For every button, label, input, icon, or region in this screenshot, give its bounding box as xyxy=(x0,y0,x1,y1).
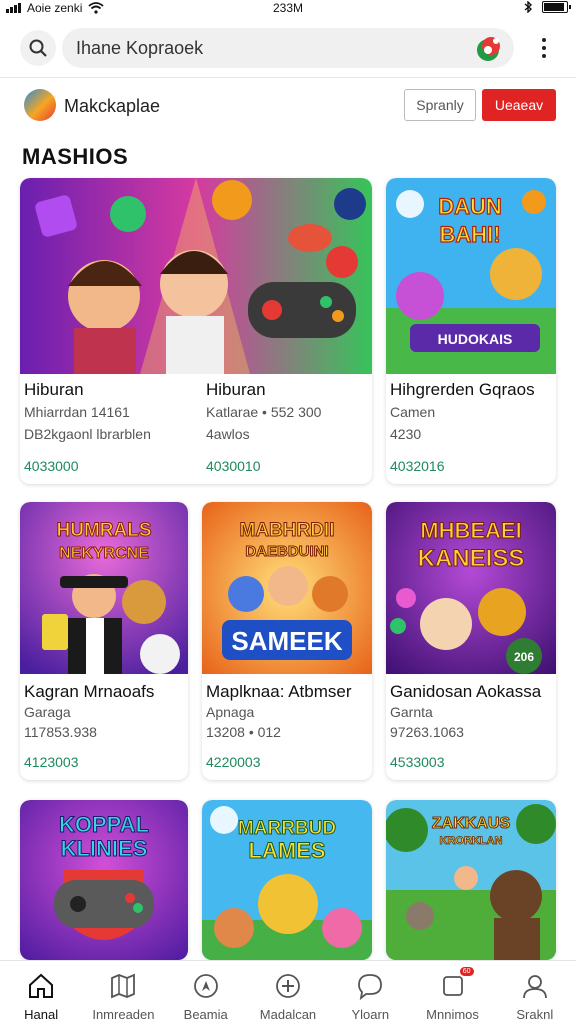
chat-icon xyxy=(355,971,385,1001)
art-text: KLINIES xyxy=(61,836,148,861)
nav-item-chat[interactable]: Yloarn xyxy=(329,961,411,1024)
game-title: Maplknaa: Atbmser xyxy=(206,682,352,701)
nav-label: Sraknl xyxy=(516,1007,554,1022)
game-card[interactable]: ZAKKAUS KRORKLAN xyxy=(386,800,556,960)
art-text: SAMEEK xyxy=(231,626,342,656)
art-text: NEKYRCNE xyxy=(59,545,149,562)
overflow-menu-icon[interactable] xyxy=(536,34,552,62)
game-title: Hiburan xyxy=(24,380,84,399)
art-text: DAUN xyxy=(438,194,502,219)
art-text: ZAKKAUS xyxy=(432,815,511,832)
nav-label: Beamia xyxy=(183,1007,228,1022)
nav-label: Mnnimos xyxy=(426,1007,479,1022)
game-meta: 97263.1063 xyxy=(390,724,464,740)
marketplace-logo xyxy=(24,89,56,121)
game-price: 4220003 xyxy=(206,754,261,770)
game-meta: Apnaga xyxy=(206,704,255,720)
plus-circle-icon xyxy=(273,971,303,1001)
art-text: BAHI! xyxy=(439,222,500,247)
game-meta: Camen xyxy=(390,404,436,420)
game-title: Kagran Mrnaoafs xyxy=(24,682,155,701)
game-thumbnail: HUMRALS NEKYRCNE xyxy=(20,502,188,674)
nav-item-explore[interactable]: Beamia xyxy=(165,961,247,1024)
game-meta: DB2kgaonl lbrarblen xyxy=(24,426,151,442)
art-text: MABHRDII xyxy=(240,520,335,541)
game-price: 4033000 xyxy=(24,458,79,474)
nav-label: Hanal xyxy=(24,1007,59,1022)
nav-item-profile[interactable]: Sraknl xyxy=(494,961,576,1024)
art-text: KRORKLAN xyxy=(440,835,503,847)
search-bar xyxy=(62,28,514,68)
game-meta: Katlarae • 552 300 xyxy=(206,404,322,420)
battery-icon xyxy=(542,1,571,13)
game-meta: 13208 • 012 xyxy=(206,724,281,740)
bottom-nav: Hanal Inmreaden Beamia Madalcan Yloarn 6… xyxy=(0,960,576,1024)
art-text: LAMES xyxy=(249,838,326,863)
game-card[interactable]: Hiburan Mhiarrdan 14161 DB2kgaonl lbrarb… xyxy=(20,178,372,484)
status-bar: Aoie zenki 233M xyxy=(0,0,576,18)
nav-item-notifications[interactable]: 60 Mnnimos xyxy=(411,961,493,1024)
nav-label: Madalcan xyxy=(259,1007,317,1022)
nav-item-home[interactable]: Hanal xyxy=(0,961,82,1024)
game-thumbnail: DAUN BAHI! HUDOKAIS xyxy=(386,178,556,374)
game-price: 4533003 xyxy=(390,754,445,770)
game-price: 4123003 xyxy=(24,754,79,770)
nav-item-add[interactable]: Madalcan xyxy=(247,961,329,1024)
game-card[interactable]: MABHRDII DAEBDUINI SAMEEK Maplknaa: Atbm… xyxy=(202,502,372,780)
game-card[interactable]: KOPPAL KLINIES xyxy=(20,800,188,960)
nav-label: Inmreaden xyxy=(92,1007,155,1022)
art-text: HUDOKAIS xyxy=(438,331,513,347)
map-icon xyxy=(108,971,138,1001)
game-meta: Garnta xyxy=(390,704,433,720)
profile-icon xyxy=(520,971,550,1001)
game-title: Hihgrerden Gqraos xyxy=(390,380,535,399)
art-text: KOPPAL xyxy=(59,812,149,837)
game-thumbnail: MARRBUD LAMES xyxy=(202,800,372,960)
game-thumbnail: ZAKKAUS KRORKLAN xyxy=(386,800,556,960)
art-text: MARRBUD xyxy=(238,818,336,839)
game-meta: Garaga xyxy=(24,704,71,720)
secondary-button[interactable]: Spranly xyxy=(404,89,476,121)
notification-badge: 60 xyxy=(459,967,474,976)
game-price: 4032016 xyxy=(390,458,445,474)
compass-icon xyxy=(191,971,221,1001)
bluetooth-icon xyxy=(524,1,533,13)
home-icon xyxy=(26,971,56,1001)
marketplace-row: Makckaplae Spranly Ueaeav xyxy=(0,86,576,126)
game-thumbnail: KOPPAL KLINIES xyxy=(20,800,188,960)
game-thumbnail xyxy=(20,178,372,374)
game-thumbnail: MABHRDII DAEBDUINI SAMEEK xyxy=(202,502,372,674)
game-meta: 4230 xyxy=(390,426,422,442)
game-price: 4030010 xyxy=(206,458,261,474)
search-header xyxy=(0,18,576,78)
art-text: KANEISS xyxy=(418,545,525,572)
notification-icon: 60 xyxy=(438,967,474,1001)
game-meta: 117853.938 xyxy=(24,724,97,740)
game-card[interactable]: MHBEAEI KANEISS 206 Ganidosan Aokassa Ga… xyxy=(386,502,556,780)
game-title: Hiburan xyxy=(206,380,266,399)
art-text: DAEBDUINI xyxy=(245,543,328,560)
game-meta: Mhiarrdan 14161 xyxy=(24,404,130,420)
game-title: Ganidosan Aokassa xyxy=(390,682,542,701)
search-icon xyxy=(29,39,47,57)
art-text: MHBEAEI xyxy=(420,518,521,543)
marketplace-name: Makckaplae xyxy=(64,96,161,116)
nav-item-map[interactable]: Inmreaden xyxy=(82,961,164,1024)
account-badge-icon[interactable] xyxy=(474,34,504,62)
clock: 233M xyxy=(272,1,304,15)
game-card[interactable]: HUMRALS NEKYRCNE Kagran Mrnaoafs Garaga … xyxy=(20,502,188,780)
game-badge: 206 xyxy=(514,650,534,664)
nav-label: Yloarn xyxy=(351,1007,390,1022)
search-input[interactable] xyxy=(62,28,442,68)
game-card[interactable]: MARRBUD LAMES xyxy=(202,800,372,960)
section-title: MASHIOS xyxy=(22,144,129,169)
art-text: HUMRALS xyxy=(57,520,152,541)
game-card[interactable]: DAUN BAHI! HUDOKAIS Hihgrerden Gqraos Ca… xyxy=(386,178,556,484)
game-meta: 4awlos xyxy=(206,426,250,442)
primary-button[interactable]: Ueaeav xyxy=(482,89,556,121)
search-button[interactable] xyxy=(20,30,56,66)
game-thumbnail: MHBEAEI KANEISS 206 xyxy=(386,502,556,674)
